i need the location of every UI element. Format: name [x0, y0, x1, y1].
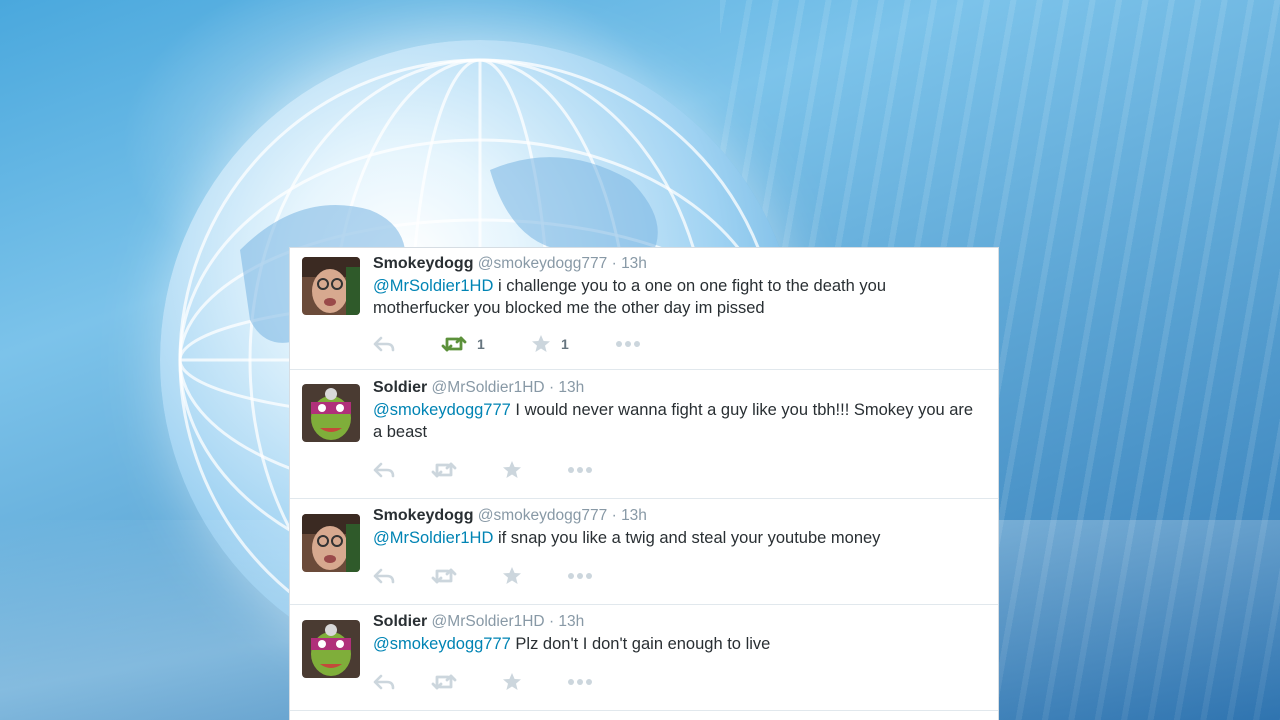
timestamp[interactable]: 13h: [621, 255, 647, 272]
username[interactable]: @smokeydogg777: [478, 507, 607, 524]
mention-link[interactable]: @MrSoldier1HD: [373, 277, 493, 295]
timestamp[interactable]: 13h: [558, 613, 584, 630]
turtle-avatar[interactable]: [302, 620, 360, 678]
username[interactable]: @MrSoldier1HD: [432, 613, 545, 630]
reply-button[interactable]: [373, 670, 395, 694]
turtle-avatar[interactable]: [302, 384, 360, 442]
tweet-text: @smokeydogg777 I would never wanna fight…: [373, 399, 982, 443]
tweet-actions: [373, 670, 693, 694]
separator-dot: ·: [548, 613, 555, 630]
username[interactable]: @MrSoldier1HD: [432, 379, 545, 396]
more-icon: [568, 573, 592, 579]
display-name[interactable]: Smokeydogg: [373, 255, 473, 272]
tweet-item[interactable]: Smokeydogg @smokeydogg777 · 13h @MrSoldi…: [290, 248, 998, 370]
display-name[interactable]: Soldier: [373, 613, 427, 630]
mention-link[interactable]: @smokeydogg777: [373, 635, 511, 653]
tweet-actions: 1 1: [373, 332, 693, 356]
avatar-image: [302, 514, 360, 572]
avatar-image: [302, 257, 360, 315]
retweet-button[interactable]: 1: [441, 332, 485, 356]
separator-dot: ·: [611, 507, 617, 524]
reply-button[interactable]: [373, 458, 395, 482]
tweet-header: Smokeydogg @smokeydogg777 · 13h: [373, 254, 982, 274]
timestamp[interactable]: 13h: [558, 379, 584, 396]
tweet-item[interactable]: Soldier @MrSoldier1HD · 13h @smokeydogg7…: [290, 605, 998, 711]
more-button[interactable]: [567, 458, 593, 482]
favorite-count: 1: [561, 336, 569, 352]
avatar-image: [302, 384, 360, 442]
more-button[interactable]: [615, 332, 641, 356]
retweet-icon: [431, 568, 457, 584]
more-icon: [568, 467, 592, 473]
mention-link[interactable]: @MrSoldier1HD: [373, 529, 493, 547]
favorite-button[interactable]: [502, 670, 522, 694]
tweet-body: if snap you like a twig and steal your y…: [493, 529, 881, 547]
favorite-button[interactable]: 1: [531, 332, 569, 356]
star-icon: [503, 673, 521, 690]
reply-button[interactable]: [373, 564, 395, 588]
mention-link[interactable]: @smokeydogg777: [373, 401, 511, 419]
face-avatar[interactable]: [302, 514, 360, 572]
reply-button[interactable]: [373, 332, 395, 356]
retweet-button[interactable]: [431, 458, 457, 482]
tweet-item[interactable]: Smokeydogg @smokeydogg777 · 13h @MrSoldi…: [290, 499, 998, 605]
reply-icon: [373, 462, 395, 478]
more-icon: [568, 679, 592, 685]
retweet-button[interactable]: [431, 670, 457, 694]
retweet-count: 1: [477, 336, 485, 352]
favorite-button[interactable]: [502, 458, 522, 482]
tweet-timeline: Smokeydogg @smokeydogg777 · 13h @MrSoldi…: [289, 247, 999, 720]
favorite-button[interactable]: [502, 564, 522, 588]
display-name[interactable]: Smokeydogg: [373, 507, 473, 524]
display-name[interactable]: Soldier: [373, 379, 427, 396]
tweet-actions: [373, 564, 693, 588]
tweet-header: Smokeydogg @smokeydogg777 · 13h: [373, 506, 982, 526]
username[interactable]: @smokeydogg777: [478, 255, 607, 272]
reply-icon: [373, 568, 395, 584]
separator-dot: ·: [548, 379, 555, 396]
star-icon: [503, 461, 521, 478]
separator-dot: ·: [611, 255, 617, 272]
timestamp[interactable]: 13h: [621, 507, 647, 524]
tweet-header: Soldier @MrSoldier1HD · 13h: [373, 378, 982, 398]
star-icon: [503, 567, 521, 584]
more-button[interactable]: [567, 670, 593, 694]
more-button[interactable]: [567, 564, 593, 588]
tweet-header: Soldier @MrSoldier1HD · 13h: [373, 612, 982, 632]
reply-icon: [373, 674, 395, 690]
tweet-item[interactable]: Soldier @MrSoldier1HD · 13h @smokeydogg7…: [290, 370, 998, 499]
retweet-icon: [441, 336, 467, 352]
tweet-text: @MrSoldier1HD i challenge you to a one o…: [373, 275, 982, 319]
tweet-actions: [373, 458, 693, 482]
retweet-button[interactable]: [431, 564, 457, 588]
star-icon: [532, 335, 550, 352]
more-icon: [616, 341, 640, 347]
tweet-text: @MrSoldier1HD if snap you like a twig an…: [373, 527, 982, 549]
retweet-icon: [431, 674, 457, 690]
reply-icon: [373, 336, 395, 352]
tweet-text: @smokeydogg777 Plz don't I don't gain en…: [373, 633, 982, 655]
avatar-image: [302, 620, 360, 678]
face-avatar[interactable]: [302, 257, 360, 315]
tweet-body: Plz don't I don't gain enough to live: [510, 635, 771, 653]
retweet-icon: [431, 462, 457, 478]
